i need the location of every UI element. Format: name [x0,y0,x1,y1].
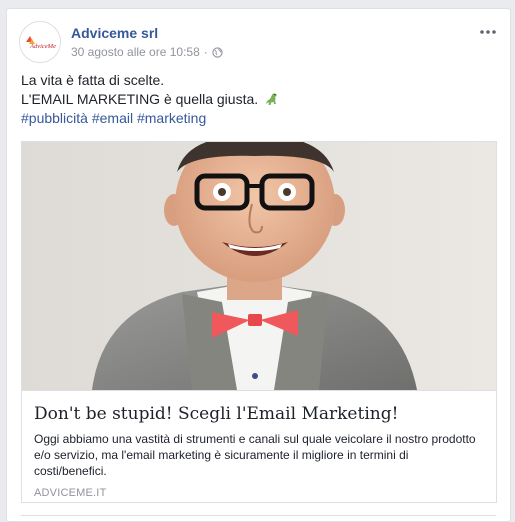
post-timestamp[interactable]: 30 agosto alle ore 10:58 [71,45,200,59]
post-header: AdviceMe Adviceme srl 30 agosto alle ore… [19,21,498,67]
avatar-logo-icon: AdviceMe [20,22,60,62]
post-card: AdviceMe Adviceme srl 30 agosto alle ore… [6,8,511,522]
avatar-logo-text: AdviceMe [29,43,56,50]
meta-separator: · [203,45,208,59]
preview-description: Oggi abbiamo una vastità di strumenti e … [34,432,476,478]
preview-body: Don't be stupid! Scegli l'Email Marketin… [22,390,496,502]
more-icon [480,30,496,34]
more-options-button[interactable] [478,25,498,37]
hashtag-list: #pubblicità #email #marketing [21,109,496,128]
bottom-divider [21,515,496,516]
post-text-line-2: L'EMAIL MARKETING è quella giusta. [21,90,496,109]
avatar[interactable]: AdviceMe [19,21,61,63]
hashtag-pubblicita[interactable]: #pubblicità [21,110,88,126]
post-text-line-2-content: L'EMAIL MARKETING è quella giusta. [21,91,259,107]
preview-image[interactable] [22,142,496,390]
hashtag-marketing[interactable]: #marketing [137,110,206,126]
post-text-line-1: La vita è fatta di scelte. [21,72,165,88]
link-preview[interactable]: Don't be stupid! Scegli l'Email Marketin… [21,141,497,503]
preview-title[interactable]: Don't be stupid! Scegli l'Email Marketin… [34,403,484,425]
globe-icon[interactable] [212,46,223,58]
hashtag-email[interactable]: #email [92,110,133,126]
preview-domain: ADVICEME.IT [34,487,107,499]
post-meta: 30 agosto alle ore 10:58 · [71,45,223,59]
dinosaur-icon [264,91,280,107]
author-name[interactable]: Adviceme srl [71,25,158,41]
post-text: La vita è fatta di scelte. L'EMAIL MARKE… [21,71,496,128]
